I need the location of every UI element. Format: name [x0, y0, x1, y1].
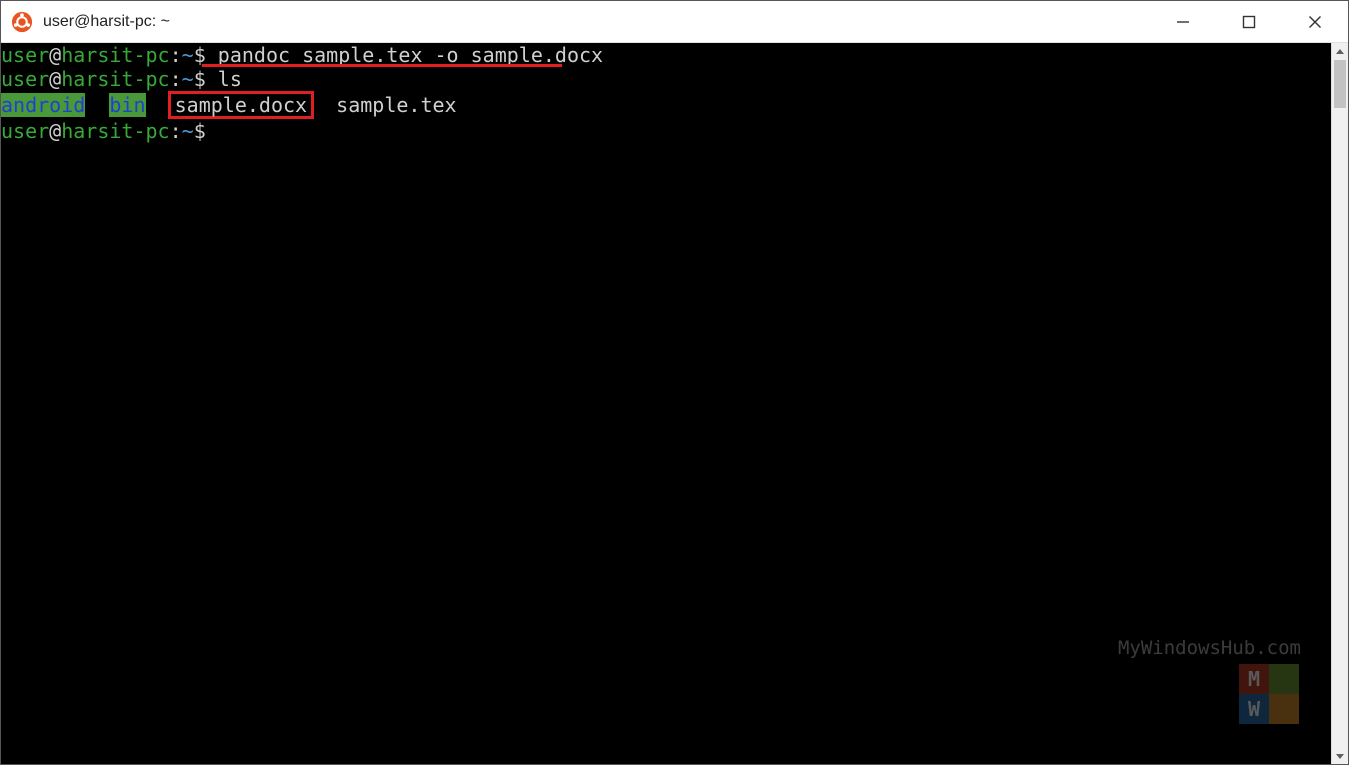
watermark-tile — [1269, 694, 1299, 724]
command-text: ls — [218, 67, 242, 91]
client-area: user@harsit-pc:~$ pandoc sample.tex -o s… — [1, 43, 1348, 764]
watermark-tile: M — [1239, 664, 1269, 694]
terminal-line: user@harsit-pc:~$ pandoc sample.tex -o s… — [1, 43, 1331, 67]
annotation-underline — [202, 64, 562, 67]
prompt-host: harsit-pc — [61, 43, 169, 67]
watermark-text: MyWindowsHub.com — [1118, 636, 1301, 660]
window-controls — [1150, 1, 1348, 42]
terminal-line: user@harsit-pc:~$ ls — [1, 67, 1331, 91]
title-bar[interactable]: user@harsit-pc: ~ — [1, 1, 1348, 43]
minimize-button[interactable] — [1150, 1, 1216, 42]
maximize-button[interactable] — [1216, 1, 1282, 42]
terminal-line: android bin sample.docx sample.tex — [1, 91, 1331, 119]
watermark-logo: MyWindowsHub.com M W — [1118, 636, 1301, 724]
close-button[interactable] — [1282, 1, 1348, 42]
terminal-line: user@harsit-pc:~$ — [1, 119, 1331, 143]
scroll-down-button[interactable] — [1332, 747, 1348, 764]
scroll-up-button[interactable] — [1332, 43, 1348, 60]
window-title: user@harsit-pc: ~ — [43, 13, 170, 31]
watermark-tile — [1269, 664, 1299, 694]
prompt-user: user — [1, 43, 49, 67]
ls-directory: android — [1, 93, 85, 117]
prompt-cwd: ~ — [182, 43, 194, 67]
annotation-box: sample.docx — [168, 91, 314, 119]
ubuntu-icon — [11, 11, 33, 33]
terminal-output[interactable]: user@harsit-pc:~$ pandoc sample.tex -o s… — [1, 43, 1331, 764]
scroll-thumb[interactable] — [1334, 60, 1346, 108]
ls-directory: bin — [109, 93, 145, 117]
terminal-window: user@harsit-pc: ~ user@harsit-pc:~$ pand… — [0, 0, 1349, 765]
watermark-tile: W — [1239, 694, 1269, 724]
vertical-scrollbar[interactable] — [1331, 43, 1348, 764]
ls-file: sample.tex — [336, 93, 456, 117]
